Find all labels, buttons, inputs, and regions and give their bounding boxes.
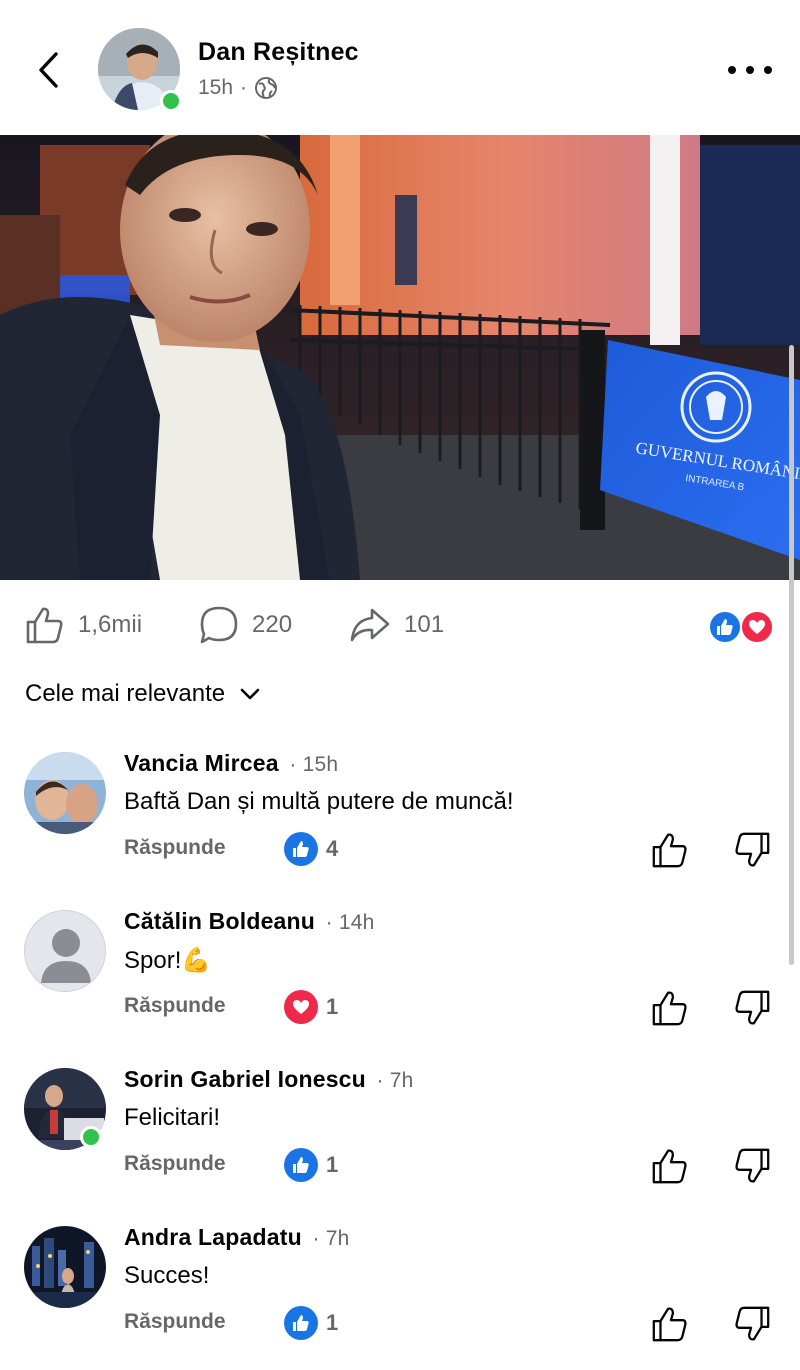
share-button[interactable]: 101 [348,604,444,646]
comment-time: 7h [389,1069,414,1092]
comment-text: Spor!💪 [124,946,211,975]
comment-time: 15h [302,753,339,776]
reaction-count: 1 [326,994,339,1019]
chevron-down-icon [240,688,260,700]
commenter-name-text: Sorin Gabriel Ionescu [124,1066,366,1092]
author-avatar[interactable] [98,28,182,112]
upvote-button[interactable] [650,988,690,1028]
downvote-button[interactable] [732,1304,772,1344]
comment-count: 220 [252,611,293,638]
separator: · [325,911,333,934]
selfie-image: GUVERNUL ROMÂNIEI INTRAREA B [0,135,800,580]
share-count: 101 [404,611,445,638]
dot-icon [764,66,772,74]
back-button[interactable] [28,46,68,94]
post-meta: 15h · [198,76,278,100]
share-arrow-icon [350,608,390,642]
like-count: 1,6mii [78,611,143,638]
meta-separator: · [240,76,248,99]
reaction-summary[interactable] [708,610,778,644]
like-reaction-icon [284,1148,318,1182]
comment-reaction-count[interactable]: 1 [284,1148,338,1182]
online-status-dot [80,1126,102,1148]
commenter-name[interactable]: Cătălin Boldeanu · 14h [124,908,375,935]
thumbs-down-icon [735,990,770,1025]
like-reaction-icon [284,832,318,866]
post-time[interactable]: 15h [198,76,233,100]
post-action-bar: 1,6mii 220 101 [0,590,800,662]
comment-button[interactable]: 220 [198,604,292,646]
like-reaction-icon [708,610,742,644]
commenter-name[interactable]: Andra Lapadatu · 7h [124,1224,349,1251]
commenter-name[interactable]: Vancia Mircea · 15h [124,750,338,777]
avatar[interactable] [24,1226,106,1308]
commenter-name-text: Cătălin Boldeanu [124,908,316,934]
thumbs-up-icon [652,1149,687,1184]
post-header: Dan Reșitnec 15h · [0,0,800,135]
comment-time: 14h [338,911,375,934]
dot-icon [746,66,754,74]
reaction-count: 4 [326,836,339,861]
like-button[interactable]: 1,6mii [24,604,142,646]
reaction-count: 1 [326,1152,339,1177]
flexed-biceps-icon: 💪 [181,947,212,974]
upvote-button[interactable] [650,830,690,870]
comment-reaction-count[interactable]: 1 [284,990,338,1024]
comment-reaction-count[interactable]: 1 [284,1306,338,1340]
reaction-count: 1 [326,1310,339,1335]
thumbs-down-icon [735,1148,770,1183]
comment-time: 7h [325,1227,350,1250]
commenter-name-text: Andra Lapadatu [124,1224,302,1250]
comment-item: Vancia Mircea · 15h Baftă Dan și multă p… [0,750,800,902]
thumbs-up-icon [652,1307,687,1342]
separator: · [312,1227,320,1250]
dot-icon [728,66,736,74]
avatar[interactable] [24,752,106,834]
upvote-button[interactable] [650,1146,690,1186]
upvote-button[interactable] [650,1304,690,1344]
love-reaction-icon [740,610,774,644]
comment-reaction-count[interactable]: 4 [284,832,338,866]
globe-icon [255,77,278,99]
thumbs-down-icon [735,832,770,867]
reply-button[interactable]: Răspunde [124,1310,226,1334]
comment-text: Baftă Dan și multă putere de muncă! [124,788,514,815]
reply-button[interactable]: Răspunde [124,836,226,860]
comment-text: Felicitari! [124,1104,221,1131]
chevron-left-icon [39,52,58,88]
post-photo[interactable]: GUVERNUL ROMÂNIEI INTRAREA B [0,135,800,580]
comment-item: Andra Lapadatu · 7h Succes! Răspunde 1 [0,1224,800,1370]
comment-sort-dropdown[interactable]: Cele mai relevante [25,680,261,708]
more-options-button[interactable] [728,56,772,84]
default-user-icon [41,929,91,983]
online-status-dot [160,90,182,112]
love-reaction-icon [284,990,318,1024]
author-name[interactable]: Dan Reșitnec [198,38,359,67]
downvote-button[interactable] [732,988,772,1028]
comment-text: Succes! [124,1262,210,1289]
commenter-name[interactable]: Sorin Gabriel Ionescu · 7h [124,1066,414,1093]
reply-button[interactable]: Răspunde [124,1152,226,1176]
separator: · [376,1069,384,1092]
comment-text-content: Spor! [124,947,182,974]
sort-label: Cele mai relevante [25,680,226,707]
downvote-button[interactable] [732,1146,772,1186]
separator: · [289,753,297,776]
comment-bubble-icon [200,606,238,644]
comment-item: Sorin Gabriel Ionescu · 7h Felicitari! R… [0,1066,800,1218]
downvote-button[interactable] [732,830,772,870]
avatar[interactable] [24,910,106,992]
scrollbar[interactable] [789,345,794,965]
thumbs-up-icon [652,991,687,1026]
reply-button[interactable]: Răspunde [124,994,226,1018]
like-reaction-icon [284,1306,318,1340]
thumbs-up-icon [26,607,63,644]
comment-item: Cătălin Boldeanu · 14h Spor!💪 Răspunde 1 [0,908,800,1060]
thumbs-down-icon [735,1306,770,1341]
thumbs-up-icon [652,833,687,868]
commenter-name-text: Vancia Mircea [124,750,279,776]
